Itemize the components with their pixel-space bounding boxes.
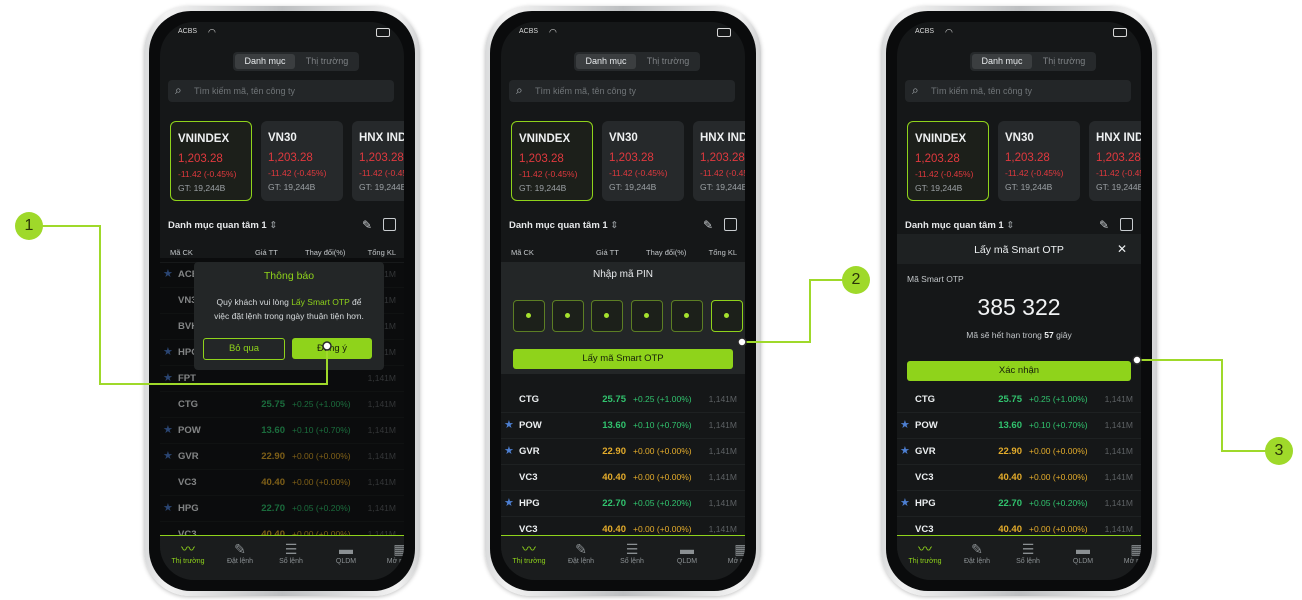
connector-1 — [42, 225, 328, 385]
step-badge-2: 2 — [842, 266, 870, 294]
connector-2-dot — [737, 337, 747, 347]
step-badge-1: 1 — [15, 212, 43, 240]
step-badge-3: 3 — [1265, 437, 1293, 465]
connector-3 — [1137, 359, 1266, 452]
connector-2 — [742, 279, 843, 343]
connector-1-dot — [322, 341, 332, 351]
step-connectors — [42, 225, 1266, 452]
connector-3-dot — [1132, 355, 1142, 365]
